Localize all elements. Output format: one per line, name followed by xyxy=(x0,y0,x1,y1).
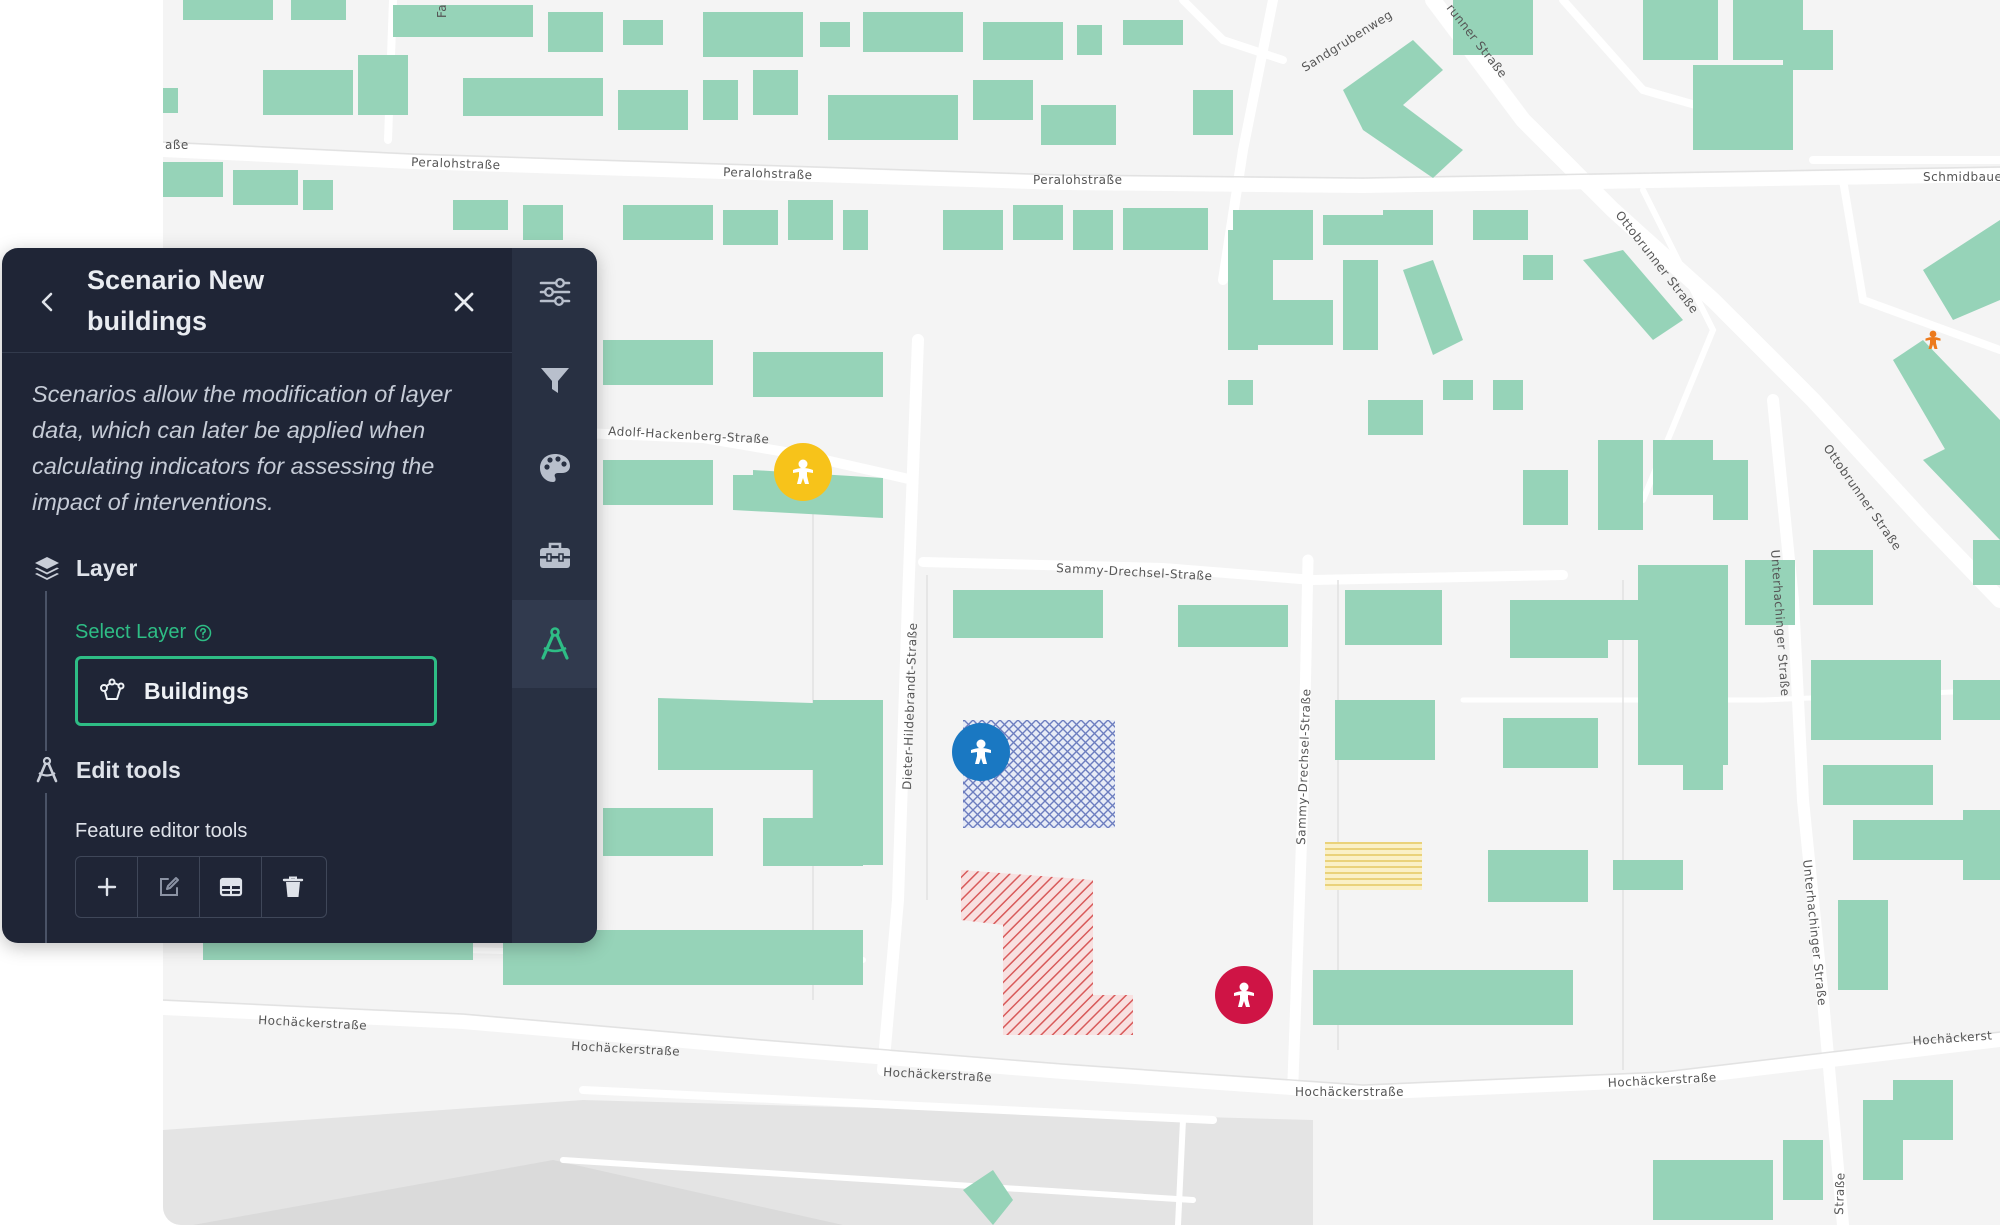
scenario-panel: Scenario New buildings Scenarios allow t… xyxy=(2,248,597,943)
sliders-icon xyxy=(539,277,570,307)
edit-tools-heading: Edit tools xyxy=(32,755,181,785)
trash-icon xyxy=(282,876,304,897)
edit-icon xyxy=(159,877,179,896)
kindergarten-marker[interactable] xyxy=(1215,966,1273,1024)
street-label: Fa xyxy=(435,4,449,18)
scenario-feature-modified[interactable] xyxy=(1325,842,1422,890)
plus-icon xyxy=(97,877,116,897)
layer-settings-button[interactable] xyxy=(512,248,597,336)
child-icon xyxy=(793,459,813,484)
table-icon xyxy=(219,877,242,897)
layer-select[interactable]: Buildings xyxy=(75,656,437,726)
child-icon xyxy=(971,739,991,764)
street-label: Sammy-Drechsel-Straße xyxy=(1294,688,1313,845)
compass-drafting-icon xyxy=(32,755,62,785)
street-label: Unterhachinger Straße xyxy=(1800,859,1829,1007)
road-sammy-drechsel xyxy=(918,557,1568,586)
section-timeline xyxy=(45,793,47,943)
child-icon xyxy=(1925,330,1941,349)
chevron-left-icon xyxy=(41,292,53,312)
polygon-icon xyxy=(98,676,128,706)
palette-icon xyxy=(539,454,570,482)
toolbox-button[interactable] xyxy=(512,512,597,600)
layer-section-label: Layer xyxy=(76,554,138,581)
street-label: Peralohstraße xyxy=(411,155,501,172)
child-icon xyxy=(1234,982,1254,1007)
close-button[interactable] xyxy=(444,282,484,322)
panel-icon-rail xyxy=(512,248,597,943)
close-icon xyxy=(454,292,474,312)
back-button[interactable] xyxy=(30,284,66,320)
street-label: Schmidbaue xyxy=(1923,170,2000,184)
street-label: Adolf-Hackenberg-Straße xyxy=(608,424,770,446)
road-unterhachinger xyxy=(1767,394,1849,1225)
kindergarten-marker[interactable] xyxy=(774,443,832,501)
street-label: Hochäckerstraße xyxy=(1295,1085,1404,1099)
street-label: Sammy-Drechsel-Straße xyxy=(1056,561,1213,583)
scenario-button[interactable] xyxy=(512,600,597,688)
kindergarten-marker[interactable] xyxy=(952,723,1010,781)
poi-marker[interactable] xyxy=(1920,327,1946,353)
edit-feature-button[interactable] xyxy=(138,857,200,917)
feature-editor-toolbar xyxy=(75,856,327,918)
panel-title: Scenario New buildings xyxy=(87,265,265,336)
table-view-button[interactable] xyxy=(200,857,262,917)
edit-tools-label: Edit tools xyxy=(76,756,181,783)
layers-icon xyxy=(32,553,62,583)
filter-button[interactable] xyxy=(512,336,597,424)
select-layer-text: Select Layer xyxy=(75,621,187,643)
scenario-feature-deleted[interactable] xyxy=(961,870,1133,1035)
style-button[interactable] xyxy=(512,424,597,512)
help-icon[interactable] xyxy=(194,624,212,642)
section-timeline xyxy=(45,591,47,751)
feature-editor-label: Feature editor tools xyxy=(75,820,248,842)
delete-feature-button[interactable] xyxy=(262,857,324,917)
street-label: aße xyxy=(165,138,189,152)
layer-section-heading: Layer xyxy=(32,553,137,583)
layer-select-value: Buildings xyxy=(144,677,249,704)
street-label: Peralohstraße xyxy=(1033,173,1122,187)
compass-drafting-icon xyxy=(540,627,569,660)
scenario-description: Scenarios allow the modification of laye… xyxy=(32,381,452,515)
toolbox-icon xyxy=(539,542,570,568)
scenario-panel-content: Scenario New buildings Scenarios allow t… xyxy=(2,248,512,943)
panel-header: Scenario New buildings xyxy=(2,248,512,353)
filter-icon xyxy=(540,368,569,393)
add-feature-button[interactable] xyxy=(76,857,138,917)
street-label: Straße xyxy=(1832,1172,1847,1215)
street-label: Peralohstraße xyxy=(723,165,813,182)
select-layer-label: Select Layer xyxy=(75,621,212,644)
